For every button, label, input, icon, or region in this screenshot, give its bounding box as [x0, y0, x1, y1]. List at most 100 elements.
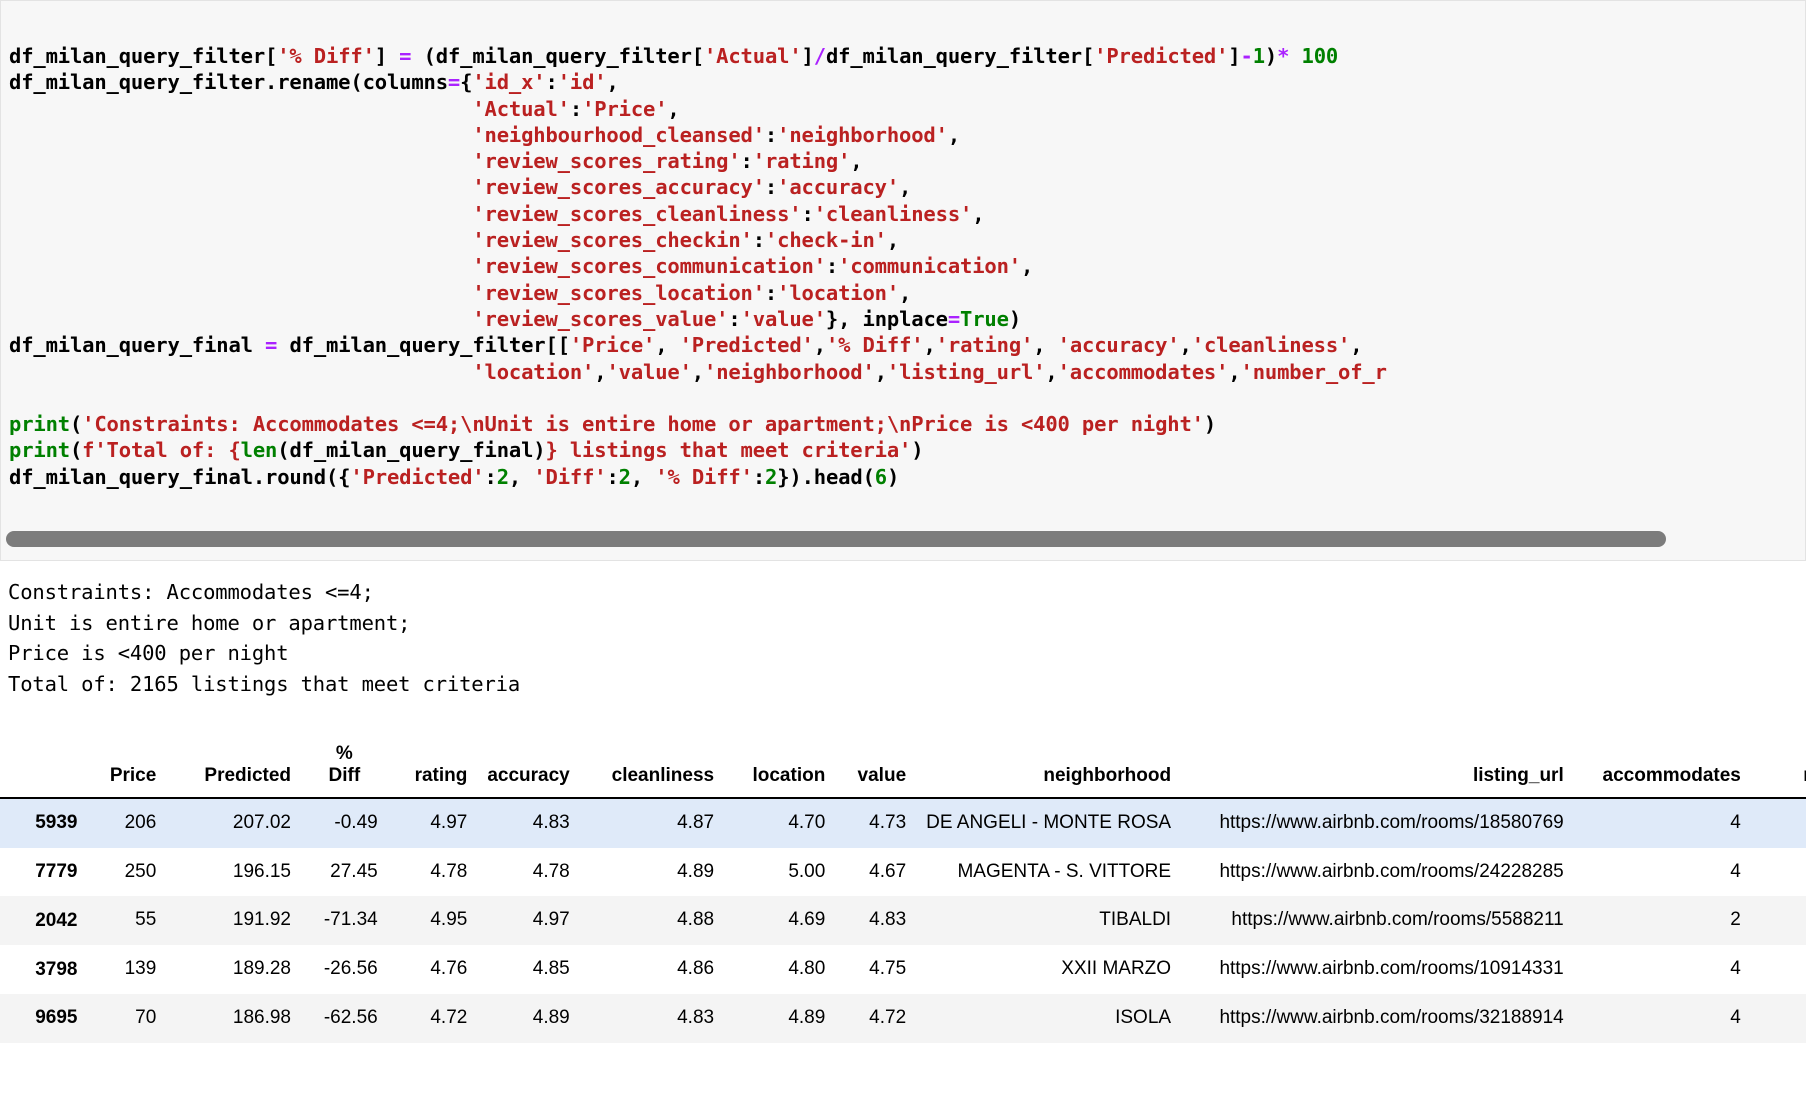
- code-token: 'number_of_r: [1240, 359, 1387, 384]
- cell-rating: 4.76: [430, 958, 468, 980]
- column-header-listing-url: listing_url: [1181, 735, 1574, 799]
- code-token: df_milan_query_filter[[: [277, 333, 570, 358]
- horizontal-scrollbar-track[interactable]: [1, 528, 1805, 550]
- code-token: 100: [1301, 44, 1339, 68]
- cell-pct-diff: -71.34: [323, 909, 378, 931]
- code-token: ,: [508, 464, 534, 489]
- cell-cleanliness: 4.87: [677, 811, 715, 833]
- cell-pct-diff: 27.45: [330, 860, 378, 882]
- code-token: :: [752, 228, 765, 253]
- code-token: len: [240, 438, 278, 463]
- cell-neighborhood: DE ANGELI - MONTE ROSA: [926, 811, 1172, 833]
- cell-value: 4.72: [869, 1007, 907, 1028]
- code-token: '% Diff': [825, 333, 924, 358]
- cell-price: 55: [135, 909, 157, 931]
- code-token: 'accuracy': [1057, 333, 1180, 358]
- column-header-value: value: [835, 735, 917, 799]
- cell-value: 4.75: [869, 958, 907, 980]
- cell-price: 70: [135, 1007, 157, 1028]
- code-token: 6: [874, 464, 887, 489]
- cell-listing-url[interactable]: https://www.airbnb.com/rooms/10914331: [1181, 945, 1574, 994]
- code-token: (df_milan_query_final): [277, 438, 546, 463]
- code-token: 'value': [606, 359, 692, 384]
- code-token: 'review_scores_accuracy': [472, 175, 765, 200]
- cell-rating: 4.95: [430, 909, 468, 931]
- cell-price: 139: [124, 958, 157, 980]
- horizontal-scrollbar-thumb[interactable]: [6, 531, 1666, 547]
- column-header-predicted: Predicted: [166, 735, 302, 799]
- code-token: ,: [899, 175, 912, 200]
- code-token: df_milan_query_filter[: [9, 44, 278, 68]
- cell-listing-url[interactable]: https://www.airbnb.com/rooms/32188914: [1181, 994, 1574, 1043]
- row-index: 5939: [35, 812, 78, 834]
- code-token: print: [9, 412, 70, 437]
- code-token: 'accommodates': [1057, 359, 1229, 384]
- code-token: ]: [374, 44, 400, 68]
- code-token: df_milan_query_filter[: [825, 44, 1095, 68]
- code-token: ,: [1350, 333, 1363, 358]
- cell-value: 4.83: [869, 909, 907, 931]
- code-token: :: [764, 280, 778, 305]
- cell-cleanliness: 4.86: [677, 958, 715, 980]
- code-token: True: [960, 306, 1009, 331]
- code-token: ): [886, 464, 900, 489]
- code-token: 'Price': [582, 96, 668, 121]
- code-token: df_milan_query_final.round({: [9, 464, 351, 489]
- code-token: /: [813, 44, 826, 68]
- code-token: '% Diff': [277, 44, 375, 68]
- code-token: 'cleanliness': [1191, 333, 1351, 358]
- code-token: ,: [874, 359, 887, 384]
- code-token: ): [1264, 44, 1278, 68]
- code-token: 2: [496, 464, 509, 489]
- code-token: 'review_scores_rating': [472, 149, 741, 174]
- code-token: } listings that meet criteria': [545, 438, 912, 463]
- column-header-price: Price: [87, 735, 167, 799]
- code-token: 'Diff': [533, 464, 607, 489]
- code-token: 'rating': [752, 149, 851, 174]
- cell-accommodates: 4: [1730, 860, 1741, 882]
- cell-predicted: 207.02: [232, 811, 292, 833]
- code-token: ,: [886, 228, 900, 253]
- cell-accuracy: 4.89: [532, 1007, 570, 1028]
- cell-location: 4.80: [788, 958, 826, 980]
- code-token: df_milan_query_final: [9, 333, 266, 358]
- code-token: 1: [1252, 44, 1265, 68]
- table-head: Price Predicted % Diff rating accuracy c…: [0, 735, 1806, 799]
- pct-diff-line1: %: [335, 743, 353, 764]
- code-token: :: [825, 254, 839, 279]
- code-token: (: [69, 412, 83, 437]
- code-token: 'communication': [838, 254, 1021, 279]
- code-token: ,: [1228, 359, 1241, 384]
- code-token: ,: [1045, 359, 1058, 384]
- code-token: 'Price': [569, 333, 656, 358]
- code-scroll-viewport[interactable]: df_milan_query_filter['% Diff'] = (df_mi…: [1, 7, 1805, 512]
- cell-rating: 4.97: [430, 811, 468, 833]
- code-token: =: [265, 333, 278, 358]
- cell-accommodates: 4: [1730, 811, 1741, 833]
- code-token: ,: [630, 464, 656, 489]
- code-token: ,: [667, 96, 680, 121]
- code-token: :: [545, 70, 558, 95]
- column-header-cleanliness: cleanliness: [579, 735, 725, 799]
- code-token: 'id_x': [472, 70, 546, 95]
- row-index: 3798: [35, 958, 78, 980]
- cell-accuracy: 4.78: [532, 860, 570, 882]
- code-token: 'neighbourhood_cleansed': [472, 122, 765, 147]
- cell-rating: 4.78: [430, 860, 468, 882]
- code-token: 'listing_url': [886, 359, 1046, 384]
- cell-neighborhood: ISOLA: [1115, 1007, 1172, 1028]
- cell-listing-url[interactable]: https://www.airbnb.com/rooms/24228285: [1181, 848, 1574, 897]
- python-source-code[interactable]: df_milan_query_filter['% Diff'] = (df_mi…: [9, 43, 1805, 490]
- cell-listing-url[interactable]: https://www.airbnb.com/rooms/18580769: [1181, 798, 1574, 848]
- cell-listing-url[interactable]: https://www.airbnb.com/rooms/5588211: [1181, 896, 1574, 945]
- code-cell[interactable]: df_milan_query_filter['% Diff'] = (df_mi…: [0, 0, 1806, 561]
- column-header-accommodates: accommodates: [1573, 735, 1751, 799]
- code-token: }, inplace: [825, 306, 948, 331]
- code-token: :: [752, 464, 766, 489]
- table-row: 5939 206 207.02 -0.49 4.97 4.83 4.87 4.70 4.73 DE…: [0, 797, 1806, 848]
- cell-cleanliness: 4.89: [677, 860, 715, 882]
